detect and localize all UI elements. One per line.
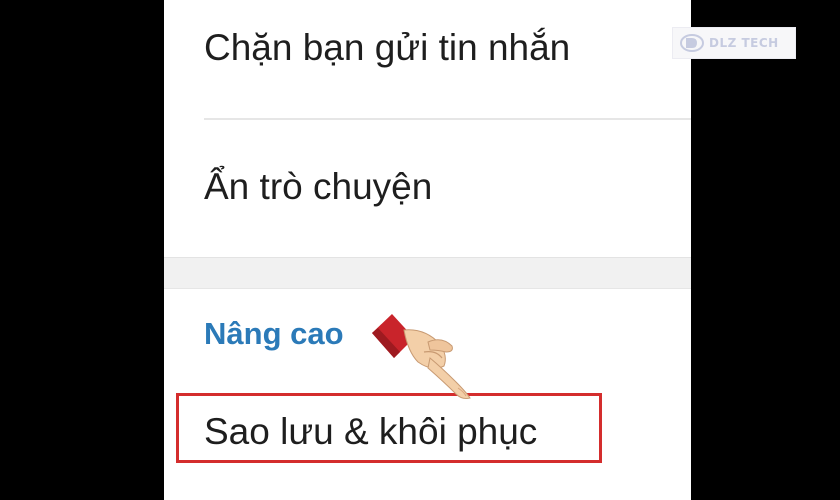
pointing-hand-icon [372,314,471,399]
backup-restore-item[interactable]: Sao lưu & khôi phục [204,411,691,453]
watermark: DLZ TECH [672,27,796,59]
dlz-logo-icon [680,34,704,52]
settings-panel: Chặn bạn gửi tin nhắn Ẩn trò chuyện Nâng… [164,0,691,500]
hide-chat-item[interactable]: Ẩn trò chuyện [204,166,691,208]
divider [204,118,691,120]
block-messages-item[interactable]: Chặn bạn gửi tin nhắn [204,27,691,69]
section-separator [164,257,691,289]
watermark-text: DLZ TECH [709,36,779,50]
advanced-section-header: Nâng cao [204,316,344,351]
